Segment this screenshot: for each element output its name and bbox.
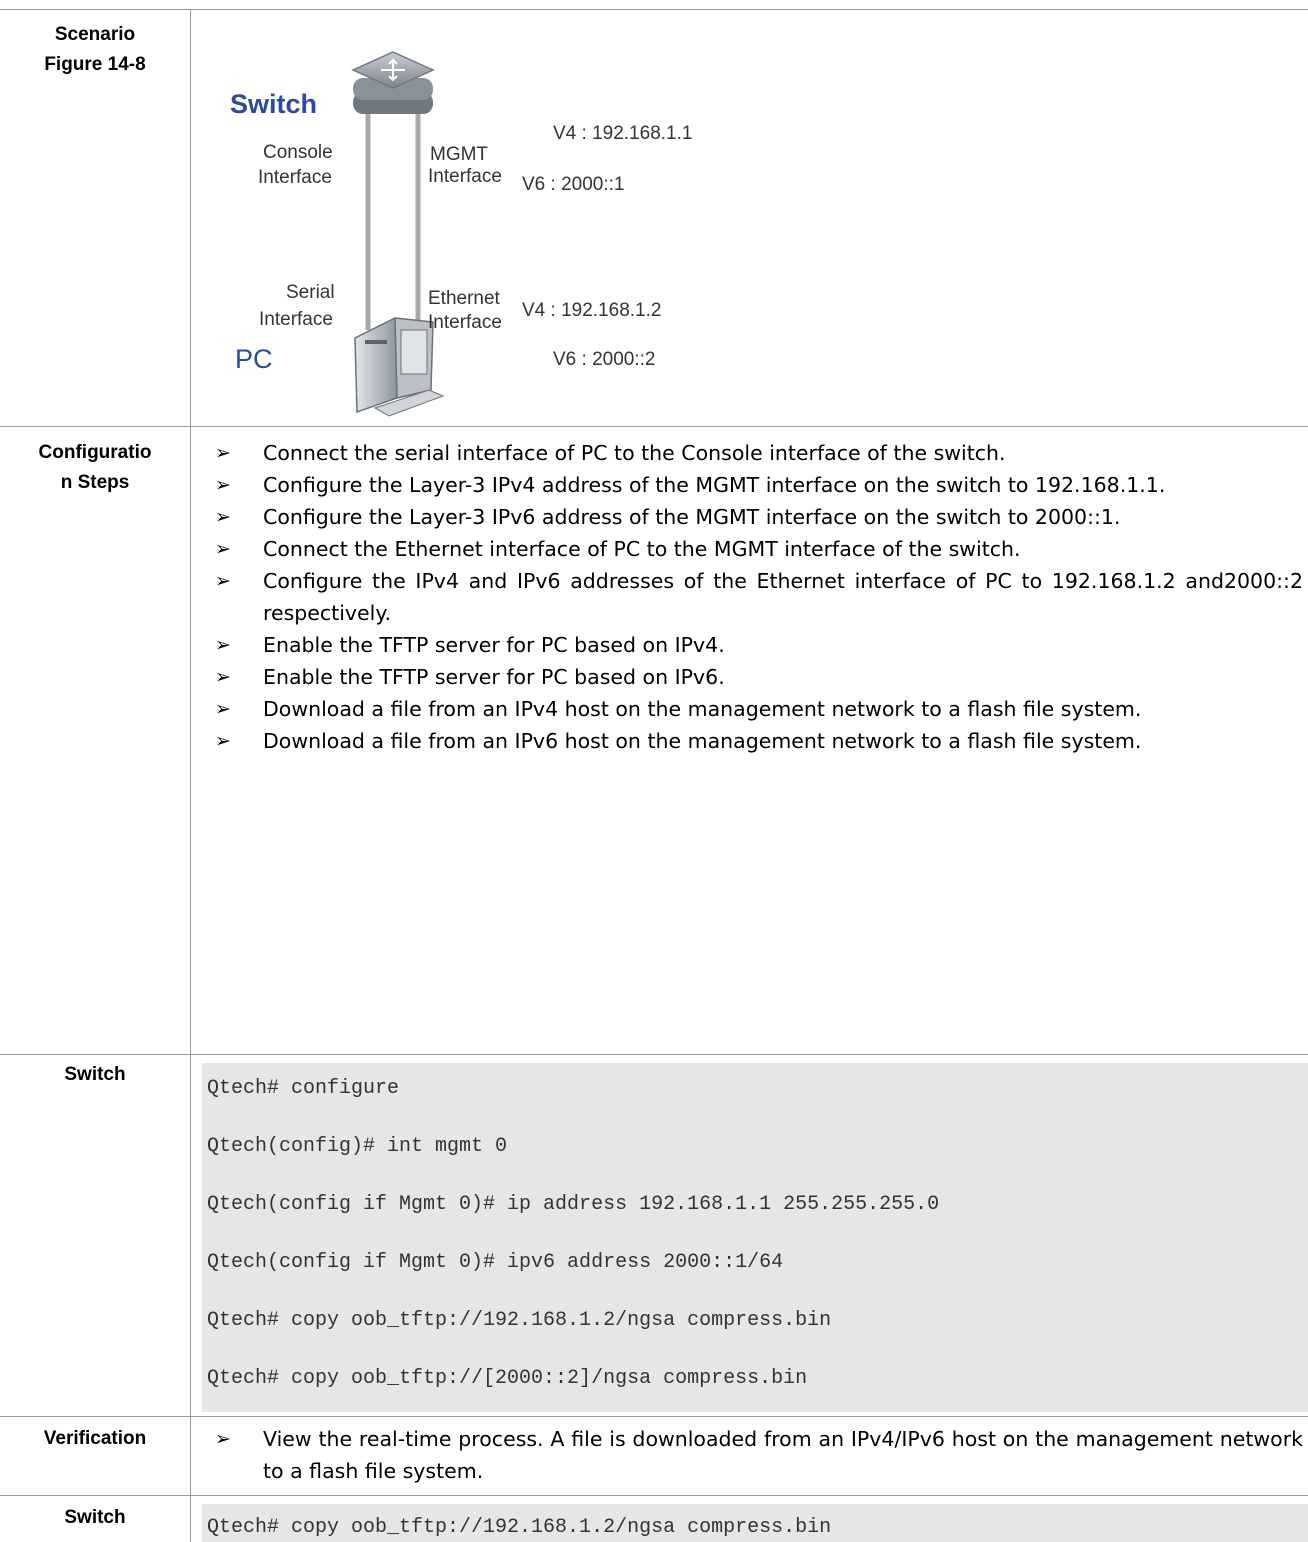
- code-line: Qtech(config)# int mgmt 0: [207, 1135, 508, 1158]
- bullet-arrow-icon: ➢: [215, 634, 231, 656]
- bullet-arrow-icon: ➢: [215, 730, 231, 752]
- bullet-arrow-icon: ➢: [215, 538, 231, 560]
- verification-label: Verification: [43, 1428, 147, 1449]
- config-step-item: ➢ Connect the serial interface of PC to t…: [215, 437, 1303, 469]
- switch-config-code-block: Qtech# configure Qtech(config)# int mgmt…: [202, 1063, 1308, 1412]
- config-step-item: ➢ Connect the Ethernet interface of PC to…: [215, 533, 1303, 565]
- switch-verify-code-block: Qtech# copy oob_tftp://192.168.1.2/ngsa …: [202, 1504, 1308, 1542]
- mgmt-label-line2: Interface: [428, 166, 502, 187]
- column-divider: [190, 9, 191, 1542]
- config-step-item: ➢ Download a file from an IPv4 host on th…: [215, 693, 1303, 725]
- console-label-line1: Console: [263, 142, 333, 163]
- switch-ipv6-address: V6 : 2000::1: [522, 174, 624, 195]
- table-top-border: [0, 9, 1308, 10]
- row-divider-switch-config: [0, 1416, 1308, 1417]
- pc-ipv6-address: V6 : 2000::2: [553, 349, 655, 370]
- code-line: Qtech# copy oob_tftp://192.168.1.2/ngsa …: [207, 1309, 832, 1332]
- switch-title: Switch: [230, 89, 317, 119]
- code-line: Qtech# copy oob_tftp://192.168.1.2/ngsa …: [207, 1516, 832, 1539]
- figure-number-label: Figure 14-8: [44, 54, 146, 75]
- code-line: Qtech(config if Mgmt 0)# ipv6 address 20…: [207, 1251, 784, 1274]
- code-line: Qtech(config if Mgmt 0)# ip address 192.…: [207, 1193, 940, 1216]
- code-line: Qtech# copy oob_tftp://[2000::2]/ngsa co…: [207, 1367, 808, 1390]
- config-steps-label-line2: n Steps: [60, 472, 130, 493]
- config-step-item: ➢ Configure the IPv4 and IPv6 addresses o…: [215, 565, 1303, 629]
- scenario-label: Scenario Figure 14-8: [0, 20, 190, 80]
- config-step-item: ➢ Enable the TFTP server for PC based on …: [215, 629, 1303, 661]
- switch-icon: [351, 51, 435, 114]
- pc-title: PC: [235, 344, 273, 374]
- verification-list: ➢ View the real-time process. A file is d…: [215, 1423, 1303, 1487]
- code-line: Qtech# configure: [207, 1077, 400, 1100]
- row-divider-scenario: [0, 426, 1308, 427]
- bullet-arrow-icon: ➢: [215, 698, 231, 720]
- serial-label-line1: Serial: [286, 282, 335, 303]
- mgmt-label-line1: MGMT: [430, 144, 488, 165]
- bullet-arrow-icon: ➢: [215, 474, 231, 496]
- row-divider-config-steps: [0, 1054, 1308, 1055]
- bullet-arrow-icon: ➢: [215, 570, 231, 592]
- console-label-line2: Interface: [258, 167, 332, 188]
- row-divider-verification: [0, 1495, 1308, 1496]
- config-steps-label-line1: Configuratio: [38, 442, 152, 463]
- bullet-arrow-icon: ➢: [215, 506, 231, 528]
- verification-item: ➢ View the real-time process. A file is d…: [215, 1423, 1303, 1487]
- switch-ipv4-address: V4 : 192.168.1.1: [553, 123, 692, 144]
- ethernet-label-line1: Ethernet: [428, 288, 501, 309]
- serial-label-line2: Interface: [259, 309, 333, 330]
- config-step-item: ➢ Configure the Layer-3 IPv6 address of t…: [215, 501, 1303, 533]
- config-step-item: ➢ Configure the Layer-3 IPv4 address of t…: [215, 469, 1303, 501]
- bullet-arrow-icon: ➢: [215, 666, 231, 688]
- config-steps-label: Configuratio n Steps: [0, 438, 190, 498]
- bullet-arrow-icon: ➢: [215, 1428, 231, 1450]
- switch-config-label: Switch: [64, 1064, 126, 1085]
- bullet-arrow-icon: ➢: [215, 442, 231, 464]
- config-steps-list: ➢ Connect the serial interface of PC to t…: [215, 437, 1303, 757]
- network-diagram: Switch PC Console Interface MGMT Interfa…: [230, 51, 692, 417]
- ethernet-label-line2: Interface: [428, 312, 502, 333]
- config-step-item: ➢ Download a file from an IPv6 host on th…: [215, 725, 1303, 757]
- config-step-item: ➢ Enable the TFTP server for PC based on …: [215, 661, 1303, 693]
- switch-verify-label: Switch: [64, 1507, 126, 1528]
- scenario-label-line1: Scenario: [54, 24, 136, 45]
- pc-ipv4-address: V4 : 192.168.1.2: [522, 300, 661, 321]
